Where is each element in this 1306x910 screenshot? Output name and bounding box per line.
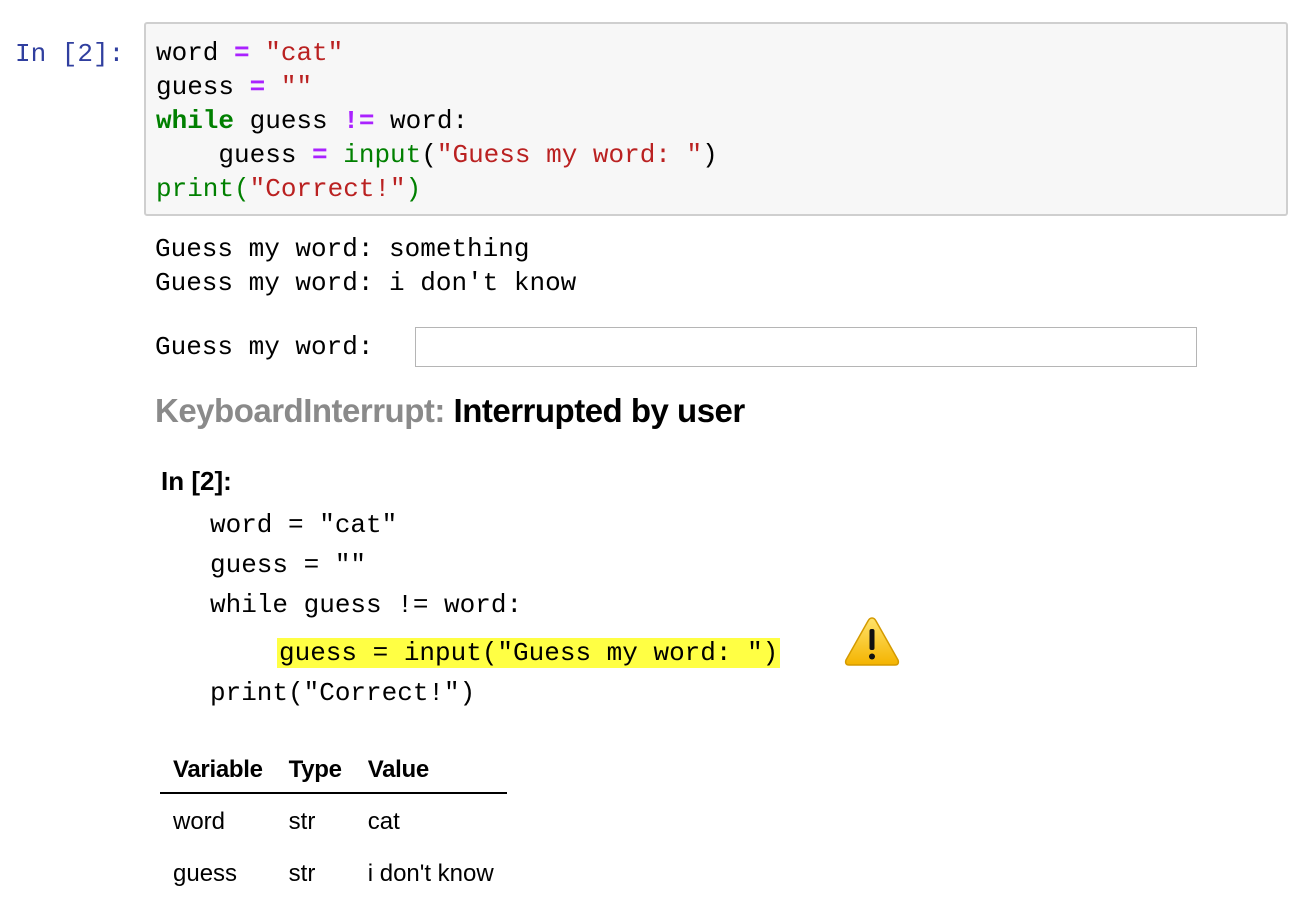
table-row: word str cat [160,793,507,848]
cell-prompt: In [2]: [15,39,125,69]
stdout-line: Guess my word: i don't know [155,268,577,298]
error-name: KeyboardInterrupt: [155,392,445,429]
code-line: print("Correct!") [156,174,422,204]
traceback-line: print("Correct!") [210,678,476,708]
stdin-prompt-label: Guess my word: [155,332,374,362]
stdin-input[interactable] [415,327,1197,367]
variable-value-cell: i don't know [367,860,494,887]
variable-type-cell: str [288,860,316,887]
column-header-variable: Variable [160,748,276,794]
stdin-row: Guess my word: [155,326,1197,368]
code-line: guess = input("Guess my word: ") [156,140,718,170]
traceback-highlighted-line: guess = input("Guess my word: ") [277,638,781,668]
code-line: word = "cat" [156,38,344,68]
traceback-header: In [2]: [161,466,232,496]
code-line: guess = "" [156,72,313,102]
variable-name-cell: word [173,808,226,835]
code-line: while guess != word: [156,106,469,136]
stdout-output: Guess my word: something Guess my word: … [155,232,576,300]
error-message: Interrupted by user [453,392,746,429]
variable-type-cell: str [288,808,316,835]
variable-value-cell: cat [367,808,400,835]
column-header-value: Value [354,748,507,794]
table-header-row: Variable Type Value [160,748,507,794]
traceback-line: while guess != word: [210,590,523,620]
variables-table: Variable Type Value word str cat guess s… [160,748,507,900]
traceback-line: word = "cat" [210,510,398,540]
traceback-line: guess = "" [210,550,367,580]
error-banner: KeyboardInterrupt: Interrupted by user [155,392,745,430]
code-cell-source[interactable]: word = "cat" guess = "" while guess != w… [156,36,718,206]
warning-triangle-icon [844,617,900,666]
table-row: guess str i don't know [160,848,507,900]
variable-name-cell: guess [173,860,238,887]
stdout-line: Guess my word: something [155,234,530,264]
column-header-type: Type [275,748,355,794]
